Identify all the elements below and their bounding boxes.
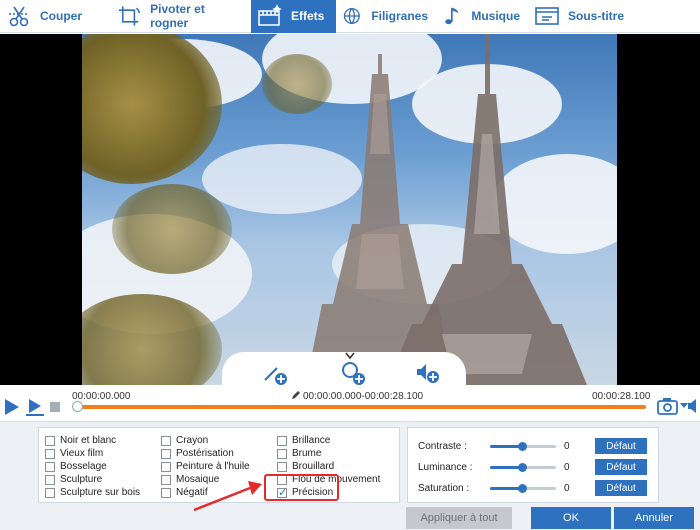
contrast-label: Contraste : (418, 441, 467, 452)
apply-to-all-button[interactable]: Appliquer à tout (406, 507, 512, 529)
time-range: 00:00:00.000-00:00:28.100 (303, 391, 424, 402)
checkbox-box[interactable] (277, 435, 287, 446)
slider-thumb[interactable] (518, 484, 527, 493)
slider-thumb[interactable] (518, 442, 527, 451)
start-time: 00:00:00.000 (72, 391, 131, 402)
music-icon (445, 7, 459, 25)
tab-effets[interactable]: Effets (251, 0, 336, 33)
cancel-button[interactable]: Annuler (614, 507, 694, 529)
checkbox-box[interactable] (277, 448, 287, 459)
checkbox-box[interactable] (45, 448, 55, 459)
checkbox-sculpture[interactable]: Sculpture (45, 474, 102, 485)
adjustment-panel: Contraste : 0 Défaut Luminance : 0 Défau… (407, 427, 659, 503)
rotate-crop-icon (118, 6, 141, 26)
checkbox-posterisation[interactable]: Postérisation (161, 448, 234, 459)
checkbox-box[interactable] (277, 461, 287, 472)
checkbox-box[interactable] (45, 487, 55, 498)
checkbox-peinture-huile[interactable]: Peinture à l'huile (161, 461, 250, 472)
tab-sous-titre[interactable]: Sous-titre (528, 0, 700, 33)
checkbox-brouillard[interactable]: Brouillard (277, 461, 334, 472)
checkbox-label: Brillance (292, 435, 331, 446)
tab-label: Musique (471, 9, 520, 23)
eiffel-tower-image (310, 34, 587, 385)
tab-musique[interactable]: Musique (436, 0, 528, 33)
checkbox-label: Sculpture sur bois (60, 487, 141, 498)
tab-label: Effets (291, 9, 325, 23)
stop-icon[interactable] (50, 402, 60, 412)
checkbox-box[interactable] (161, 435, 171, 446)
tab-label: Pivoter et rogner (150, 2, 205, 30)
luminance-value: 0 (564, 462, 570, 473)
play-icon[interactable] (4, 398, 20, 416)
volume-icon[interactable] (688, 399, 700, 413)
camera-icon[interactable] (657, 397, 679, 415)
tab-label: Filigranes (371, 9, 428, 23)
contrast-value: 0 (564, 441, 570, 452)
checkbox-sculpture-sur-bois[interactable]: Sculpture sur bois (45, 487, 140, 498)
red-arrow-annotation (193, 481, 262, 512)
checkbox-vieux-film[interactable]: Vieux film (45, 448, 103, 459)
checkbox-crayon[interactable]: Crayon (161, 435, 208, 446)
saturation-label: Saturation : (418, 483, 470, 494)
video-preview (0, 34, 700, 385)
precision-highlight-box (264, 474, 339, 501)
pencil-icon[interactable] (291, 390, 301, 400)
contrast-slider[interactable] (490, 442, 556, 451)
timeline-track[interactable] (78, 405, 646, 409)
luminance-slider[interactable] (490, 463, 556, 472)
slider-thumb[interactable] (518, 463, 527, 472)
checkbox-box[interactable] (161, 474, 171, 485)
timeline-handle[interactable] (72, 401, 83, 412)
saturation-slider[interactable] (490, 484, 556, 493)
checkbox-box[interactable] (161, 448, 171, 459)
zoom-add-icon[interactable] (340, 360, 366, 385)
watermark-icon (343, 7, 360, 25)
audio-add-icon[interactable] (414, 360, 440, 385)
checkbox-label: Noir et blanc (60, 435, 117, 446)
checkbox-label: Vieux film (60, 448, 104, 459)
checkbox-label: Brouillard (292, 461, 335, 472)
video-frame (82, 34, 617, 385)
checkbox-bosselage[interactable]: Bosselage (45, 461, 107, 472)
checkbox-noir-et-blanc[interactable]: Noir et blanc (45, 435, 116, 446)
tab-label: Sous-titre (568, 9, 625, 23)
contrast-default-button[interactable]: Défaut (595, 438, 647, 454)
subtitle-icon (535, 7, 559, 25)
magic-wand-add-icon[interactable] (262, 360, 288, 385)
cut-icon (9, 6, 29, 27)
checkbox-box[interactable] (45, 435, 55, 446)
checkbox-box[interactable] (161, 461, 171, 472)
tab-label: Couper (40, 9, 82, 23)
edit-toolbar: Couper Pivoter et rogner Effets Filigran… (0, 0, 700, 33)
checkbox-box[interactable] (161, 487, 171, 498)
saturation-value: 0 (564, 483, 570, 494)
timeline-bar: 00:00:00.000 00:00:00.000-00:00:28.100 0… (0, 385, 700, 421)
tab-couper[interactable]: Couper (0, 0, 111, 33)
checkbox-label: Brume (292, 448, 322, 459)
checkbox-box[interactable] (45, 461, 55, 472)
checkbox-label: Bosselage (60, 461, 107, 472)
end-time: 00:00:28.100 (592, 391, 651, 402)
checkbox-brillance[interactable]: Brillance (277, 435, 330, 446)
luminance-default-button[interactable]: Défaut (595, 459, 647, 475)
play-segment-icon[interactable] (25, 397, 45, 417)
checkbox-label: Crayon (176, 435, 209, 446)
saturation-default-button[interactable]: Défaut (595, 480, 647, 496)
checkbox-label: Sculpture (60, 474, 103, 485)
checkbox-label: Peinture à l'huile (176, 461, 250, 472)
caret-down-icon[interactable] (680, 403, 688, 409)
checkbox-box[interactable] (45, 474, 55, 485)
chevron-down-icon[interactable] (345, 352, 355, 360)
tab-filigranes[interactable]: Filigranes (336, 0, 436, 33)
ok-button[interactable]: OK (531, 507, 611, 529)
luminance-label: Luminance : (418, 462, 473, 473)
checkbox-label: Postérisation (176, 448, 234, 459)
effects-icon (258, 4, 282, 26)
checkbox-brume[interactable]: Brume (277, 448, 321, 459)
tab-pivoter-rogner[interactable]: Pivoter et rogner (111, 0, 251, 33)
